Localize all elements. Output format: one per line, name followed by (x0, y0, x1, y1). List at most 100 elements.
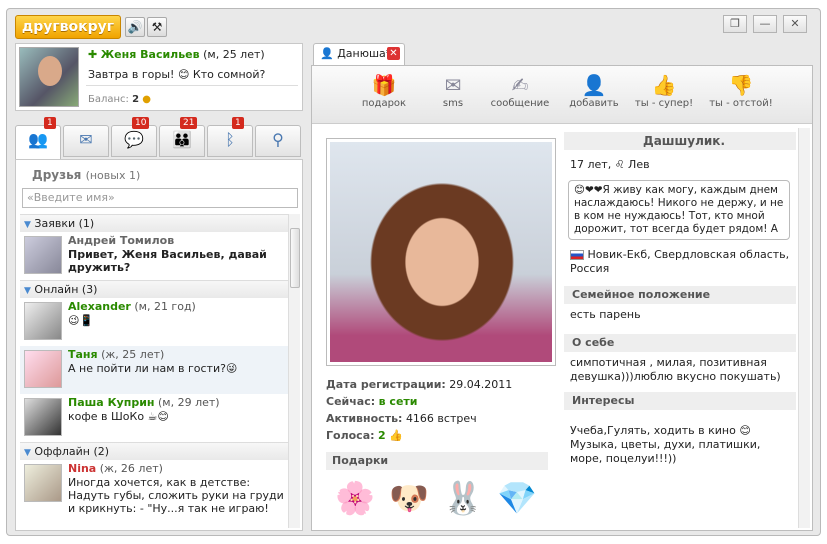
close-tab-icon[interactable]: ✕ (387, 47, 400, 60)
close-icon[interactable]: ✕ (783, 15, 807, 33)
search-input[interactable]: «Введите имя» (22, 188, 298, 208)
tab-badge: 21 (180, 117, 198, 129)
about-header: О себе (564, 334, 796, 352)
tab-profile[interactable]: 👤 Данюша* ✕ (313, 43, 405, 65)
contact-name: Паша Куприн (м, 29 лет) (68, 396, 220, 409)
list-item[interactable]: Alexander (м, 21 год) 😉📱 (20, 298, 288, 346)
balance: Баланс: 2 ● (88, 94, 151, 105)
list-item[interactable]: Андрей Томилов Привет, Женя Васильев, да… (20, 232, 288, 280)
tab-badge: 1 (44, 117, 56, 129)
tab-mail[interactable]: ✉ (63, 125, 109, 157)
my-meta: (м, 25 лет) (203, 48, 265, 61)
avatar (24, 236, 62, 274)
reg-date: Дата регистрации: 29.04.2011 (326, 378, 513, 391)
thumbs-down-icon: 👎 (728, 73, 754, 97)
age-sign: 17 лет, ♌ Лев (570, 158, 650, 171)
balance-value: 2 (132, 94, 140, 105)
diamond-gift-icon[interactable]: 💎 (492, 474, 542, 522)
about-quote: 😊❤❤Я живу как могу, каждым днем наслажда… (568, 180, 790, 240)
sms-button[interactable]: ✉ sms (428, 72, 478, 109)
left-tabs: 👥 1 ✉ 💬 10 👪 21 ᛒ 1 ⚲ (15, 117, 303, 161)
dog-gift-icon[interactable]: 🐶 (384, 474, 434, 522)
balance-label: Баланс: (88, 94, 129, 105)
restore-icon[interactable]: ❐ (723, 15, 747, 33)
votes: Голоса: 2 👍 (326, 429, 403, 442)
family-value: есть парень (570, 308, 641, 321)
group-online[interactable]: ▼ Онлайн (3) (20, 280, 288, 298)
avatar (24, 350, 62, 388)
my-name-line: ✚ Женя Васильев (м, 25 лет) (88, 48, 265, 61)
my-profile-card: ✚ Женя Васильев (м, 25 лет) Завтра в гор… (15, 43, 303, 111)
app-logo[interactable]: другвокруг (15, 15, 121, 39)
avatar (24, 464, 62, 502)
tab-chat[interactable]: 💬 10 (111, 117, 157, 157)
scrollbar-thumb[interactable] (290, 228, 300, 288)
avatar (24, 302, 62, 340)
tab-search[interactable]: ⚲ (255, 125, 301, 157)
flower-gift-icon[interactable]: 🌸 (330, 474, 380, 522)
thumbs-up-icon: 👍 (389, 429, 403, 442)
interests-header: Интересы (564, 392, 796, 410)
settings-icon[interactable]: ⚒ (147, 17, 167, 37)
contact-name: Nina (ж, 26 лет) (68, 462, 163, 475)
tab-people[interactable]: 👪 21 (159, 117, 205, 157)
location: Новик-Екб, Свердловская область, Россия (570, 248, 790, 275)
gift-icon: 🎁 (371, 73, 397, 97)
coin-icon: ● (142, 94, 151, 105)
group-offline[interactable]: ▼ Оффлайн (2) (20, 442, 288, 460)
profile-info: Дата регистрации: 29.04.2011 Сейчас: в с… (326, 376, 556, 444)
contact-name: Таня (ж, 25 лет) (68, 348, 165, 361)
action-toolbar: 🎁 подарок ✉ sms ✍ сообщение 👤 добавить 👍 ты -… (312, 66, 812, 124)
profile-pane: 🎁 подарок ✉ sms ✍ сообщение 👤 добавить 👍 ты -… (311, 65, 813, 531)
bluetooth-icon: ᛒ (225, 130, 235, 149)
list-item[interactable]: Таня (ж, 25 лет) А не пойти ли нам в гос… (20, 346, 288, 394)
minimize-icon[interactable]: — (753, 15, 777, 33)
user-icon: 👤 (320, 47, 334, 60)
gifts-list: 🌸 🐶 🐰 💎 (330, 474, 560, 524)
friends-panel: Друзья (новых 1) «Введите имя» ▼ Заявки … (15, 159, 303, 531)
contact-name: Alexander (м, 21 год) (68, 300, 196, 313)
tab-badge: 1 (232, 117, 244, 129)
my-avatar[interactable] (19, 47, 79, 107)
family-header: Семейное положение (564, 286, 796, 304)
contact-message: кофе в ШоКо ☕😊 (68, 410, 169, 423)
bunny-gift-icon[interactable]: 🐰 (438, 474, 488, 522)
people-icon: 👪 (172, 130, 192, 149)
message-button[interactable]: ✍ сообщение (488, 72, 552, 109)
contact-list: ▼ Заявки (1) Андрей Томилов Привет, Женя… (20, 214, 288, 528)
list-item[interactable]: Nina (ж, 26 лет) Иногда хочется, как в д… (20, 460, 288, 520)
profile-details: Дашшулик. 17 лет, ♌ Лев 😊❤❤Я живу как мо… (564, 132, 796, 470)
contact-message: Иногда хочется, как в детстве: Надуть гу… (68, 476, 284, 515)
my-name[interactable]: Женя Васильев (101, 48, 200, 61)
profile-nick: Дашшулик. (564, 132, 796, 150)
sound-icon[interactable]: 🔊 (125, 17, 145, 37)
search-icon: ⚲ (272, 130, 284, 149)
chevron-down-icon: ▼ (24, 220, 31, 230)
contact-message: Привет, Женя Васильев, давай дружить? (68, 248, 267, 274)
tab-bluetooth[interactable]: ᛒ 1 (207, 117, 253, 157)
avatar (24, 398, 62, 436)
contact-message: А не пойти ли нам в гости?😜 (68, 362, 238, 375)
friends-title: Друзья (новых 1) (32, 168, 141, 182)
sucks-button[interactable]: 👎 ты - отстой! (706, 72, 776, 109)
contact-message: 😉📱 (68, 314, 94, 327)
sms-icon: ✉ (444, 73, 462, 97)
thumbs-up-icon: 👍 (651, 73, 677, 97)
super-button[interactable]: 👍 ты - супер! (632, 72, 696, 109)
friends-icon: 👥 (28, 130, 48, 149)
scrollbar[interactable] (798, 128, 810, 528)
tab-friends[interactable]: 👥 1 (15, 117, 61, 161)
group-requests[interactable]: ▼ Заявки (1) (20, 214, 288, 232)
contact-name: Андрей Томилов (68, 234, 175, 247)
gifts-header: Подарки (326, 452, 548, 470)
activity: Активность: 4166 встреч (326, 412, 477, 425)
gift-button[interactable]: 🎁 подарок (356, 72, 412, 109)
status-input[interactable]: Завтра в горы! 😊 Кто сомной? (86, 66, 298, 86)
add-friend-button[interactable]: 👤 добавить (566, 72, 622, 109)
app-window: другвокруг 🔊 ⚒ ❐ — ✕ ✚ Женя Васильев (м,… (6, 8, 821, 536)
chevron-down-icon: ▼ (24, 448, 31, 458)
scrollbar[interactable] (288, 214, 300, 528)
profile-photo[interactable] (326, 138, 556, 366)
list-item[interactable]: Паша Куприн (м, 29 лет) кофе в ШоКо ☕😊 (20, 394, 288, 442)
mail-icon: ✉ (79, 130, 93, 149)
